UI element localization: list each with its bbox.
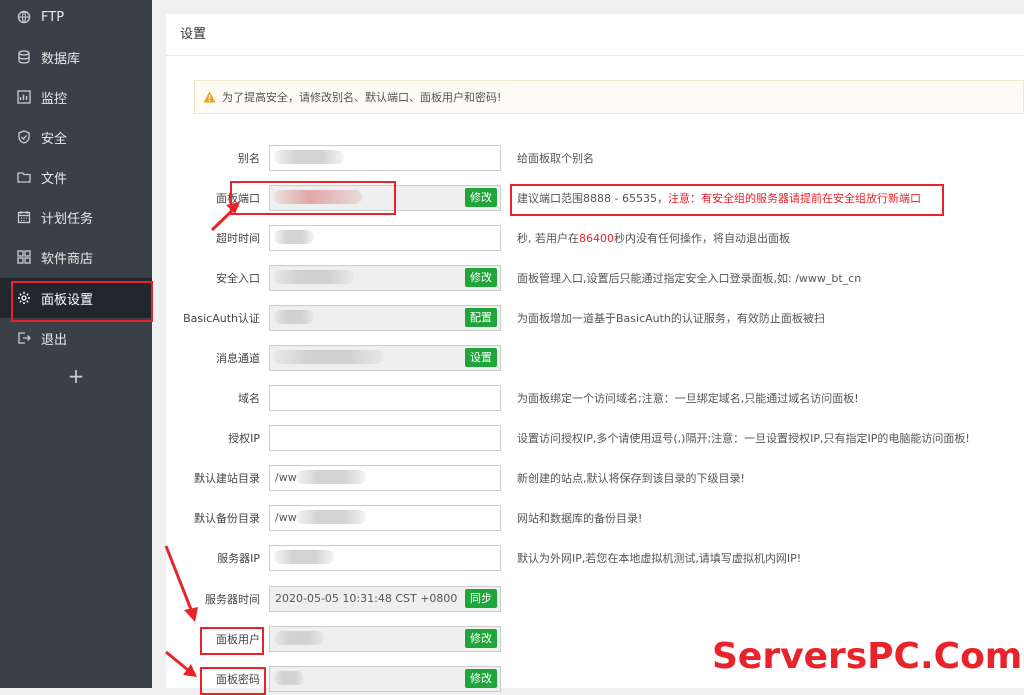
server-ip-label: 服务器IP <box>217 552 260 565</box>
row-port: 面板端口 修改 建议端口范围8888 - 65535，注意：有安全组的服务器请提… <box>166 185 1024 213</box>
alert-text: 为了提高安全，请修改别名、默认端口、面板用户和密码! <box>222 91 502 104</box>
timeout-desc-num: 86400 <box>579 232 614 245</box>
panel-user-modify-button[interactable]: 修改 <box>465 629 497 648</box>
redaction-blur <box>274 270 354 284</box>
apps-icon <box>17 250 31 264</box>
calendar-icon <box>17 210 31 224</box>
redaction-blur <box>274 350 384 364</box>
sidebar-item-label: 文件 <box>41 171 68 187</box>
redaction-blur <box>274 631 324 645</box>
warning-icon <box>203 91 216 103</box>
sidebar: FTP 数据库 监控 安全 文件 计划任务 软件商店 面板设置 退出 + <box>0 0 152 688</box>
redaction-blur <box>274 671 304 685</box>
redaction-blur <box>274 310 314 324</box>
redaction-blur <box>274 550 334 564</box>
entry-modify-button[interactable]: 修改 <box>465 268 497 287</box>
sidebar-item-panel-settings[interactable]: 面板设置 <box>0 278 152 318</box>
row-channel: 消息通道 设置 <box>166 345 1024 373</box>
monitor-icon <box>17 90 31 104</box>
redaction-blur <box>296 510 366 524</box>
row-site-dir: 默认建站目录 /ww 新创建的站点,默认将保存到该目录的下级目录! <box>166 465 1024 493</box>
auth-ip-desc: 设置访问授权IP,多个请使用逗号(,)隔开;注意：一旦设置授权IP,只有指定IP… <box>517 432 970 445</box>
server-ip-desc: 默认为外网IP,若您在本地虚拟机测试,请填写虚拟机内网IP! <box>517 552 802 565</box>
basic-auth-label: BasicAuth认证 <box>183 312 260 325</box>
watermark: ServersPC.Com <box>711 635 1023 678</box>
row-domain: 域名 为面板绑定一个访问域名;注意：一旦绑定域名,只能通过域名访问面板! <box>166 385 1024 413</box>
entry-desc: 面板管理入口,设置后只能通过指定安全入口登录面板,如: /www_bt_cn <box>517 272 862 285</box>
row-alias: 别名 给面板取个别名 <box>166 145 1024 173</box>
panel-pass-label: 面板密码 <box>216 673 260 686</box>
sidebar-item-label: 监控 <box>41 91 68 107</box>
port-desc: 建议端口范围8888 - 65535，注意：有安全组的服务器请提前在安全组放行新… <box>517 185 921 213</box>
sidebar-item-label: 软件商店 <box>41 251 94 267</box>
port-desc-warning: 注意：有安全组的服务器请提前在安全组放行新端口 <box>667 192 921 205</box>
panel-pass-modify-button[interactable]: 修改 <box>465 669 497 688</box>
sidebar-item-label: 数据库 <box>41 51 81 67</box>
sidebar-item-label: 面板设置 <box>41 292 94 308</box>
backup-dir-desc: 网站和数据库的备份目录! <box>517 512 643 525</box>
row-timeout: 超时时间 秒, 若用户在86400秒内没有任何操作，将自动退出面板 <box>166 225 1024 253</box>
sidebar-item-ftp[interactable]: FTP <box>0 0 152 37</box>
auth-ip-input[interactable] <box>269 425 501 451</box>
domain-label: 域名 <box>238 392 260 405</box>
sidebar-item-label: FTP <box>41 9 65 25</box>
folder-icon <box>17 170 31 184</box>
redaction-blur <box>274 150 344 164</box>
basic-auth-config-button[interactable]: 配置 <box>465 308 497 327</box>
port-modify-button[interactable]: 修改 <box>465 188 497 207</box>
sidebar-item-monitor[interactable]: 监控 <box>0 77 152 117</box>
sidebar-item-security[interactable]: 安全 <box>0 117 152 157</box>
entry-label: 安全入口 <box>216 272 260 285</box>
panel-user-label: 面板用户 <box>216 633 260 646</box>
site-dir-desc: 新创建的站点,默认将保存到该目录的下级目录! <box>517 472 745 485</box>
sidebar-item-store[interactable]: 软件商店 <box>0 237 152 277</box>
sidebar-item-files[interactable]: 文件 <box>0 157 152 197</box>
gear-icon <box>17 291 31 305</box>
channel-label: 消息通道 <box>216 352 260 365</box>
port-label: 面板端口 <box>216 192 260 205</box>
redaction-blur <box>296 470 366 484</box>
logout-icon <box>17 331 31 345</box>
domain-input[interactable] <box>269 385 501 411</box>
sync-time-button[interactable]: 同步 <box>465 589 497 608</box>
row-backup-dir: 默认备份目录 /ww 网站和数据库的备份目录! <box>166 505 1024 533</box>
timeout-label: 超时时间 <box>216 232 260 245</box>
sidebar-item-label: 安全 <box>41 131 68 147</box>
auth-ip-label: 授权IP <box>228 432 260 445</box>
security-alert: 为了提高安全，请修改别名、默认端口、面板用户和密码! <box>194 80 1024 114</box>
server-time-label: 服务器时间 <box>205 593 260 606</box>
page-title: 设置 <box>166 14 1024 56</box>
site-dir-label: 默认建站目录 <box>194 472 260 485</box>
alias-label: 别名 <box>238 152 260 165</box>
settings-panel: 设置 为了提高安全，请修改别名、默认端口、面板用户和密码! 别名 给面板取个别名… <box>166 14 1024 692</box>
row-auth-ip: 授权IP 设置访问授权IP,多个请使用逗号(,)隔开;注意：一旦设置授权IP,只… <box>166 425 1024 453</box>
database-icon <box>17 50 31 64</box>
row-entry: 安全入口 修改 面板管理入口,设置后只能通过指定安全入口登录面板,如: /www… <box>166 265 1024 293</box>
sidebar-item-database[interactable]: 数据库 <box>0 37 152 77</box>
timeout-desc-pre: 秒, 若用户在 <box>517 232 579 245</box>
shield-icon <box>17 130 31 144</box>
timeout-desc-post: 秒内没有任何操作，将自动退出面板 <box>614 232 790 245</box>
sidebar-item-label: 退出 <box>41 332 68 348</box>
row-basic-auth: BasicAuth认证 配置 为面板增加一道基于BasicAuth的认证服务，有… <box>166 305 1024 333</box>
domain-desc: 为面板绑定一个访问域名;注意：一旦绑定域名,只能通过域名访问面板! <box>517 392 859 405</box>
sidebar-item-label: 计划任务 <box>41 211 94 227</box>
add-menu-button[interactable]: + <box>0 366 152 386</box>
row-server-ip: 服务器IP 默认为外网IP,若您在本地虚拟机测试,请填写虚拟机内网IP! <box>166 545 1024 573</box>
row-server-time: 服务器时间 2020-05-05 10:31:48 CST +0800 同步 <box>166 586 1024 614</box>
redaction-blur <box>274 230 314 244</box>
backup-dir-label: 默认备份目录 <box>194 512 260 525</box>
alias-desc: 给面板取个别名 <box>517 152 594 165</box>
channel-set-button[interactable]: 设置 <box>465 348 497 367</box>
timeout-desc: 秒, 若用户在86400秒内没有任何操作，将自动退出面板 <box>517 225 790 253</box>
sidebar-item-cron[interactable]: 计划任务 <box>0 197 152 237</box>
redaction-blur <box>274 190 362 204</box>
sidebar-item-logout[interactable]: 退出 <box>0 318 152 358</box>
ftp-icon <box>17 10 31 24</box>
port-desc-text: 建议端口范围8888 - 65535， <box>517 192 668 205</box>
basic-auth-desc: 为面板增加一道基于BasicAuth的认证服务，有效防止面板被扫 <box>517 312 825 325</box>
